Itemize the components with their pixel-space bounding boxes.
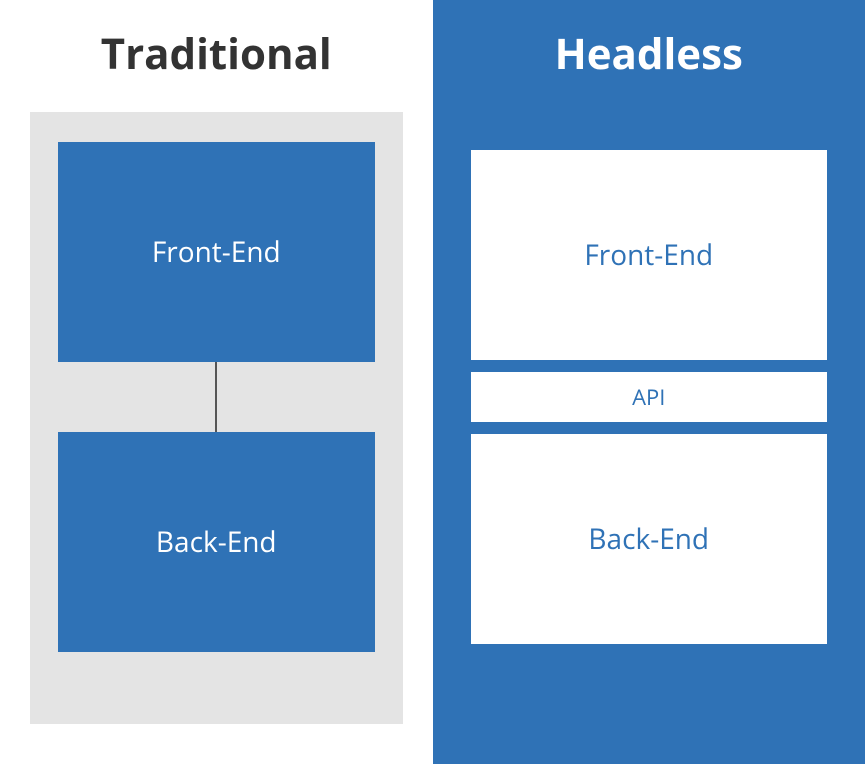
headless-frontend-box: Front-End (471, 150, 828, 360)
traditional-frontend-box: Front-End (58, 142, 375, 362)
headless-panel: Headless Front-End API Back-End (433, 0, 865, 764)
traditional-connector (215, 362, 217, 432)
traditional-panel: Traditional Front-End Back-End (0, 0, 433, 764)
headless-backend-box: Back-End (471, 434, 828, 644)
headless-title: Headless (463, 25, 836, 82)
headless-api-box: API (471, 372, 828, 422)
traditional-backend-box: Back-End (58, 432, 375, 652)
traditional-title: Traditional (30, 25, 403, 82)
traditional-container: Front-End Back-End (30, 112, 403, 724)
headless-container: Front-End API Back-End (463, 112, 836, 724)
